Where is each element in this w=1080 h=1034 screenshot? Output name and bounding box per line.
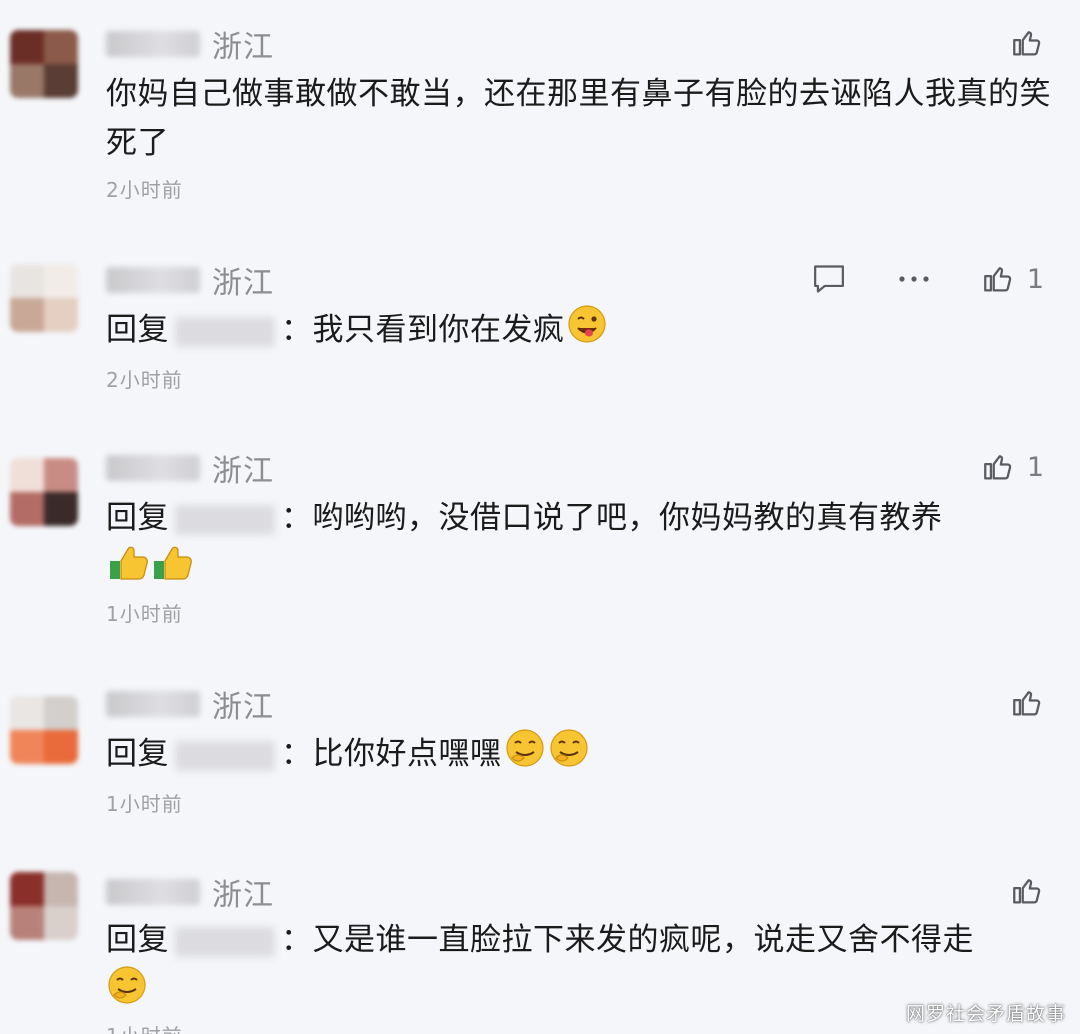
comment-thread: 浙江 你妈自己做事敢做不敢当，还在那里有鼻子有脸的去诬陷人我真的笑死了 2小时前… [0, 0, 1080, 1034]
giggle-emoji [504, 728, 546, 783]
reply-label: 回复 [106, 922, 169, 958]
username[interactable] [106, 31, 200, 57]
more-dots-icon[interactable] [897, 274, 931, 284]
reply-target-username[interactable] [175, 740, 275, 771]
avatar[interactable] [10, 30, 78, 98]
reply-label: 回复 [106, 500, 169, 536]
like-icon[interactable] [1010, 874, 1044, 908]
like-icon[interactable] [1010, 26, 1044, 60]
username[interactable] [106, 691, 200, 717]
location-label: 浙江 [212, 878, 274, 913]
watermark: 网罗社会矛盾故事 [905, 1003, 1066, 1025]
reply-target-username[interactable] [175, 316, 275, 347]
timestamp: 1小时前 [106, 602, 183, 626]
giggle-emoji [106, 965, 148, 1020]
username[interactable] [106, 879, 200, 905]
location-label: 浙江 [212, 690, 274, 725]
like-icon[interactable] [1010, 686, 1044, 720]
like-icon[interactable] [981, 450, 1015, 484]
reply-label: 回复 [106, 312, 169, 348]
avatar[interactable] [10, 872, 78, 940]
reply-target-username[interactable] [175, 926, 275, 957]
comment-text: 回复 ：比你好点嘿嘿 [106, 728, 1056, 783]
avatar[interactable] [10, 264, 78, 332]
like-icon[interactable] [981, 262, 1015, 296]
reply-label: 回复 [106, 736, 169, 772]
username[interactable] [106, 455, 200, 481]
comment-text: 你妈自己做事敢做不敢当，还在那里有鼻子有脸的去诬陷人我真的笑死了 [106, 76, 1051, 161]
timestamp: 1小时前 [106, 1020, 183, 1034]
username[interactable] [106, 267, 200, 293]
giggle-emoji [548, 728, 590, 783]
thumbs-up-emoji [108, 543, 150, 598]
timestamp: 1小时前 [106, 792, 183, 816]
location-label: 浙江 [212, 266, 274, 301]
comment-text: 回复 ：哟哟哟，没借口说了吧，你妈妈教的真有教养 [106, 494, 1056, 598]
like-count: 1 [1026, 263, 1044, 295]
timestamp: 2小时前 [106, 178, 183, 202]
comment-text: 回复 ：我只看到你在发疯 [106, 304, 1056, 359]
like-count: 1 [1026, 451, 1044, 483]
location-label: 浙江 [212, 30, 274, 65]
reply-target-username[interactable] [175, 504, 275, 535]
comment-bubble-icon[interactable] [811, 262, 847, 296]
avatar[interactable] [10, 458, 78, 526]
thumbs-up-emoji [152, 543, 194, 598]
location-label: 浙江 [212, 454, 274, 489]
timestamp: 2小时前 [106, 368, 183, 392]
wink-tongue-emoji [567, 304, 607, 359]
avatar[interactable] [10, 696, 78, 764]
